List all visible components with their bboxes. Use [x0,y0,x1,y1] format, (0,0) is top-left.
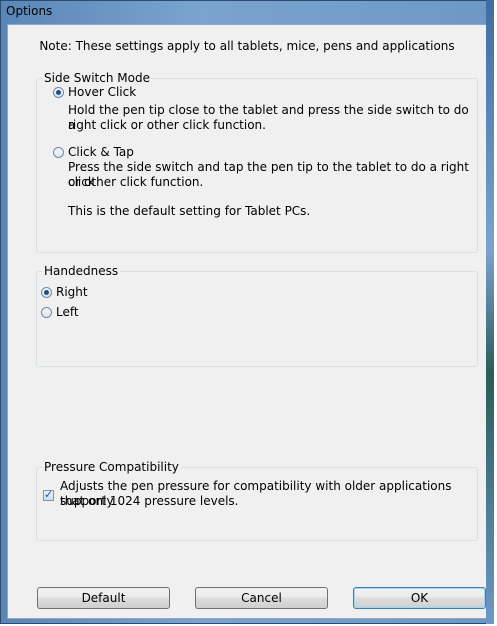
window-edge [486,0,494,624]
left-hand-radio[interactable] [41,307,52,318]
pressure-compatibility-group: Pressure Compatibility Adjusts the pen p… [36,460,478,541]
right-hand-option[interactable]: Right [41,285,88,300]
side-switch-mode-legend: Side Switch Mode [42,71,152,86]
click-tap-label: Click & Tap [68,145,134,159]
handedness-legend: Handedness [42,264,121,279]
settings-note: Note: These settings apply to all tablet… [39,39,455,53]
title-bar[interactable]: Options [1,1,493,22]
right-hand-label: Right [56,285,88,299]
options-dialog: Options Note: These settings apply to al… [0,0,494,624]
hover-click-radio[interactable] [53,87,64,98]
dialog-content: Note: These settings apply to all tablet… [7,24,487,619]
default-button[interactable]: Default [37,587,170,609]
hover-click-option[interactable]: Hover Click [53,85,136,100]
window-title: Options [6,4,53,18]
pressure-compatibility-checkbox[interactable] [43,488,54,501]
click-tap-radio[interactable] [53,147,64,158]
hover-click-label: Hover Click [68,85,137,99]
click-tap-description-2: or other click function. [68,175,204,189]
pressure-compatibility-legend: Pressure Compatibility [42,460,181,475]
ok-button[interactable]: OK [353,587,486,609]
pressure-compatibility-text-2[interactable]: support 1024 pressure levels. [60,494,239,509]
left-hand-option[interactable]: Left [41,305,79,320]
click-tap-description-3: This is the default setting for Tablet P… [68,204,311,218]
cancel-button[interactable]: Cancel [195,587,328,609]
hover-click-description-2: right click or other click function. [68,118,266,132]
left-hand-label: Left [56,305,79,319]
click-tap-option[interactable]: Click & Tap [53,145,134,160]
right-hand-radio[interactable] [41,287,52,298]
side-switch-mode-group: Side Switch Mode Hover Click Hold the pe… [36,71,478,253]
handedness-group: Handedness Right Left [36,264,478,367]
